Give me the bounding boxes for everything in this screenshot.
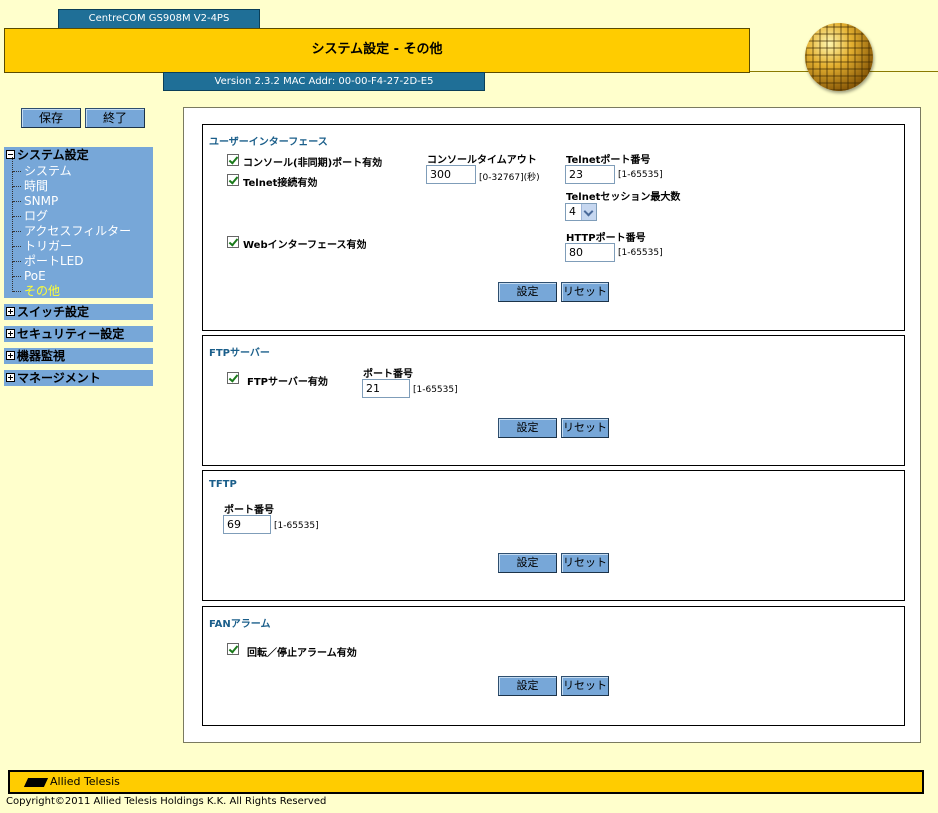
section-title-tftp: TFTP — [209, 479, 237, 490]
telnet-session-label: Telnetセッション最大数 — [566, 192, 681, 203]
sidebar-item-access-filter[interactable]: アクセスフィルター — [12, 217, 131, 239]
sidebar-item-system[interactable]: システム — [12, 157, 131, 179]
fan-alarm-checkbox[interactable] — [227, 643, 239, 655]
allied-telesis-logo-icon — [23, 777, 49, 787]
expand-icon[interactable] — [6, 307, 15, 316]
web-enable-checkbox[interactable] — [227, 236, 239, 248]
globe-logo-icon — [805, 23, 873, 91]
sidebar-menu-switch-settings[interactable]: スイッチ設定 — [4, 304, 153, 320]
chevron-down-icon[interactable] — [581, 204, 596, 220]
ftp-enable-checkbox[interactable] — [227, 372, 239, 384]
section-title-user-interface: ユーザーインターフェース — [209, 137, 328, 148]
telnet-port-input[interactable] — [565, 165, 615, 184]
model-tab: CentreCOM GS908M V2-4PS — [58, 9, 260, 29]
sidebar-menu-system-settings: システム設定 システム 時間 SNMP ログ アクセスフィルター トリガー ポー… — [4, 147, 153, 298]
sidebar-item-other[interactable]: その他 — [12, 277, 131, 299]
menu-label: スイッチ設定 — [17, 305, 90, 319]
fan-reset-button[interactable]: リセット — [561, 676, 609, 696]
sidebar-menu-management[interactable]: マネージメント — [4, 370, 153, 386]
ftp-port-label: ポート番号 — [363, 369, 413, 380]
menu-header-system-settings[interactable]: システム設定 — [4, 147, 153, 163]
sidebar-item-snmp[interactable]: SNMP — [12, 187, 131, 209]
ui-reset-button[interactable]: リセット — [561, 282, 609, 302]
collapse-icon[interactable] — [6, 150, 15, 159]
menu-label: セキュリティー設定 — [17, 327, 125, 341]
footer-logo-text: Allied Telesis — [50, 775, 120, 788]
menu-header-label: システム設定 — [17, 148, 89, 162]
ftp-set-button[interactable]: 設定 — [498, 418, 557, 438]
http-port-input[interactable] — [565, 243, 615, 262]
tftp-reset-button[interactable]: リセット — [561, 553, 609, 573]
section-title-ftp: FTPサーバー — [209, 348, 270, 359]
console-timeout-label: コンソールタイムアウト — [427, 155, 537, 166]
section-title-fan: FANアラーム — [209, 619, 271, 630]
console-timeout-range: [0-32767](秒) — [479, 173, 540, 183]
save-button[interactable]: 保存 — [21, 108, 81, 128]
menu-label: マネージメント — [17, 371, 101, 385]
console-enable-label: コンソール(非同期)ポート有効 — [243, 158, 383, 169]
sidebar-item-port-led[interactable]: ポートLED — [12, 247, 131, 269]
sidebar-item-trigger[interactable]: トリガー — [12, 232, 131, 254]
telnet-session-select[interactable]: 4 — [565, 203, 597, 221]
sidebar-item-poe[interactable]: PoE — [12, 262, 131, 284]
expand-icon[interactable] — [6, 329, 15, 338]
sidebar-item-log[interactable]: ログ — [12, 202, 131, 224]
tftp-port-input[interactable] — [223, 515, 271, 534]
copyright-text: Copyright©2011 Allied Telesis Holdings K… — [6, 796, 327, 807]
section-ftp-server: FTPサーバー FTPサーバー有効 ポート番号 [1-65535] 設定 リセッ… — [202, 335, 905, 466]
sidebar-menu-security-settings[interactable]: セキュリティー設定 — [4, 326, 153, 342]
sidebar-menu-monitoring[interactable]: 機器監視 — [4, 348, 153, 364]
telnet-session-value: 4 — [569, 205, 576, 218]
section-tftp: TFTP ポート番号 [1-65535] 設定 リセット — [202, 470, 905, 601]
ftp-port-range: [1-65535] — [413, 385, 458, 395]
exit-button[interactable]: 終了 — [85, 108, 145, 128]
fan-alarm-label: 回転／停止アラーム有効 — [247, 648, 357, 659]
console-timeout-input[interactable] — [426, 165, 476, 184]
telnet-port-range: [1-65535] — [618, 170, 663, 180]
expand-icon[interactable] — [6, 351, 15, 360]
http-port-range: [1-65535] — [618, 248, 663, 258]
web-enable-label: Webインターフェース有効 — [243, 240, 367, 251]
telnet-enable-label: Telnet接続有効 — [243, 178, 318, 189]
expand-icon[interactable] — [6, 373, 15, 382]
section-fan-alarm: FANアラーム 回転／停止アラーム有効 設定 リセット — [202, 606, 905, 726]
telnet-port-label: Telnetポート番号 — [566, 155, 651, 166]
telnet-enable-checkbox[interactable] — [227, 174, 239, 186]
menu-label: 機器監視 — [17, 349, 66, 363]
main-panel: ユーザーインターフェース コンソール(非同期)ポート有効 Telnet接続有効 … — [183, 107, 921, 743]
section-user-interface: ユーザーインターフェース コンソール(非同期)ポート有効 Telnet接続有効 … — [202, 124, 905, 331]
ftp-port-input[interactable] — [362, 379, 410, 398]
fan-set-button[interactable]: 設定 — [498, 676, 557, 696]
ftp-enable-label: FTPサーバー有効 — [247, 377, 328, 388]
tftp-port-label: ポート番号 — [224, 505, 274, 516]
sidebar-tree: システム 時間 SNMP ログ アクセスフィルター トリガー ポートLED Po… — [12, 157, 131, 299]
footer-bar: Allied Telesis — [8, 770, 924, 794]
console-enable-checkbox[interactable] — [227, 154, 239, 166]
ftp-reset-button[interactable]: リセット — [561, 418, 609, 438]
http-port-label: HTTPポート番号 — [566, 233, 646, 244]
footer-logo: Allied Telesis — [23, 775, 120, 789]
sidebar-item-time[interactable]: 時間 — [12, 172, 131, 194]
ui-set-button[interactable]: 設定 — [498, 282, 557, 302]
tftp-set-button[interactable]: 設定 — [498, 553, 557, 573]
version-info: Version 2.3.2 MAC Addr: 00-00-F4-27-2D-E… — [163, 72, 485, 91]
tftp-port-range: [1-65535] — [274, 521, 319, 531]
page-title: システム設定 - その他 — [4, 28, 750, 73]
